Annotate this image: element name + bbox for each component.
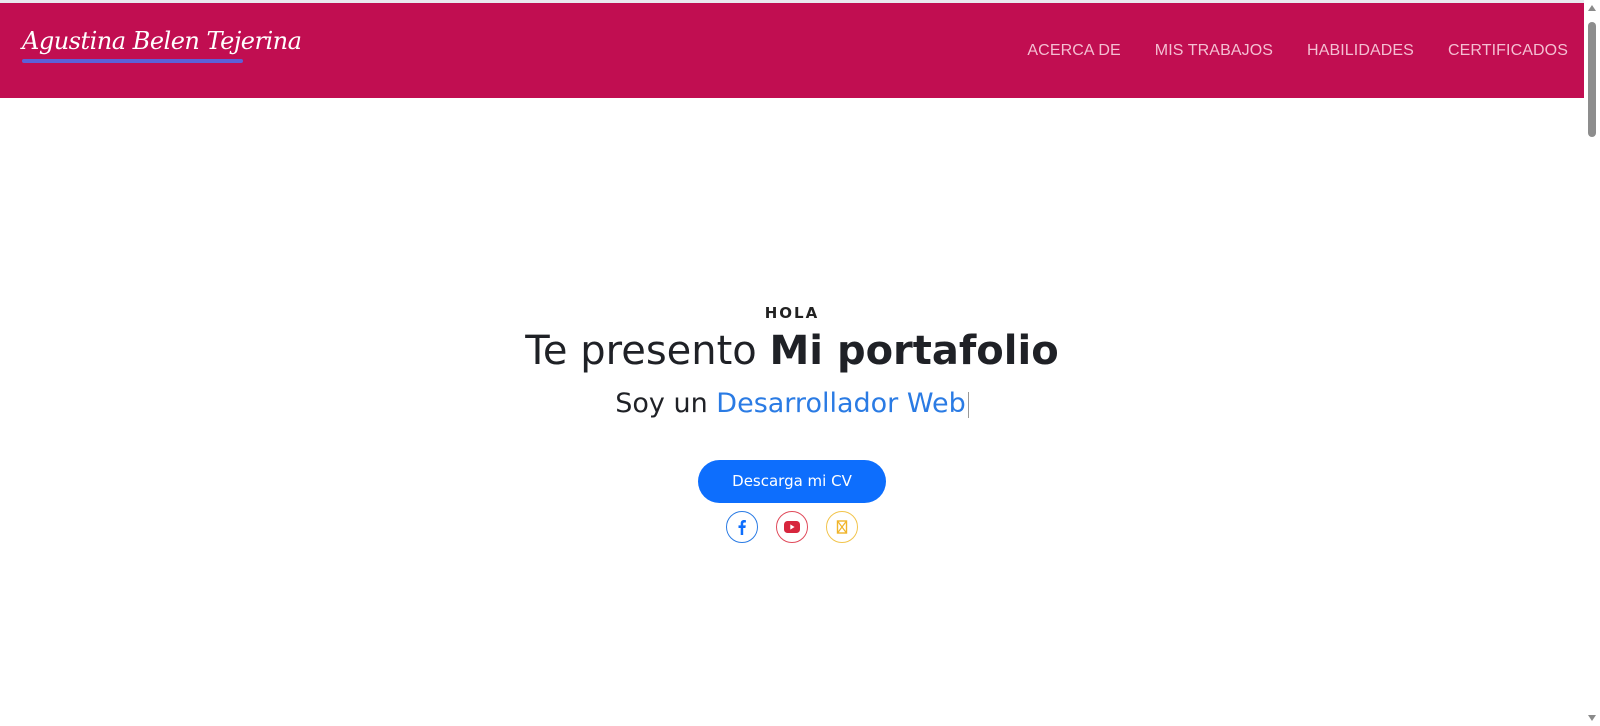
typing-cursor [967,391,969,418]
facebook-icon [738,520,746,535]
scroll-up-arrow-icon[interactable] [1588,5,1596,11]
headline-prefix: Te presento [525,328,770,374]
headline-bold: Mi portafolio [769,328,1059,374]
scroll-down-arrow-icon[interactable] [1588,715,1596,721]
scrollbar-thumb[interactable] [1588,22,1596,137]
nav-link-habilidades[interactable]: HABILIDADES [1307,42,1414,60]
nav-link-acerca-de[interactable]: ACERCA DE [1027,42,1120,60]
youtube-icon [784,521,800,533]
hero-greeting: HOLA [764,304,820,322]
brand-underline [22,59,243,63]
page-scrollbar[interactable] [1584,0,1600,726]
hero-subline: Soy un Desarrollador Web [0,388,1584,419]
nav-links: ACERCA DE MIS TRABAJOS HABILIDADES CERTI… [1027,42,1568,60]
subline-role: Desarrollador Web [716,388,966,419]
subline-prefix: Soy un [615,388,717,419]
instagram-link[interactable] [826,511,858,543]
nav-link-certificados[interactable]: CERTIFICADOS [1448,42,1568,60]
download-cv-button[interactable]: Descarga mi CV [698,460,886,503]
instagram-icon [836,520,848,534]
hero-headline: Te presento Mi portafolio [0,328,1584,374]
navbar: Agustina Belen Tejerina ACERCA DE MIS TR… [0,3,1584,98]
nav-link-mis-trabajos[interactable]: MIS TRABAJOS [1155,42,1273,60]
youtube-link[interactable] [776,511,808,543]
facebook-link[interactable] [726,511,758,543]
brand-logo[interactable]: Agustina Belen Tejerina [22,27,302,55]
